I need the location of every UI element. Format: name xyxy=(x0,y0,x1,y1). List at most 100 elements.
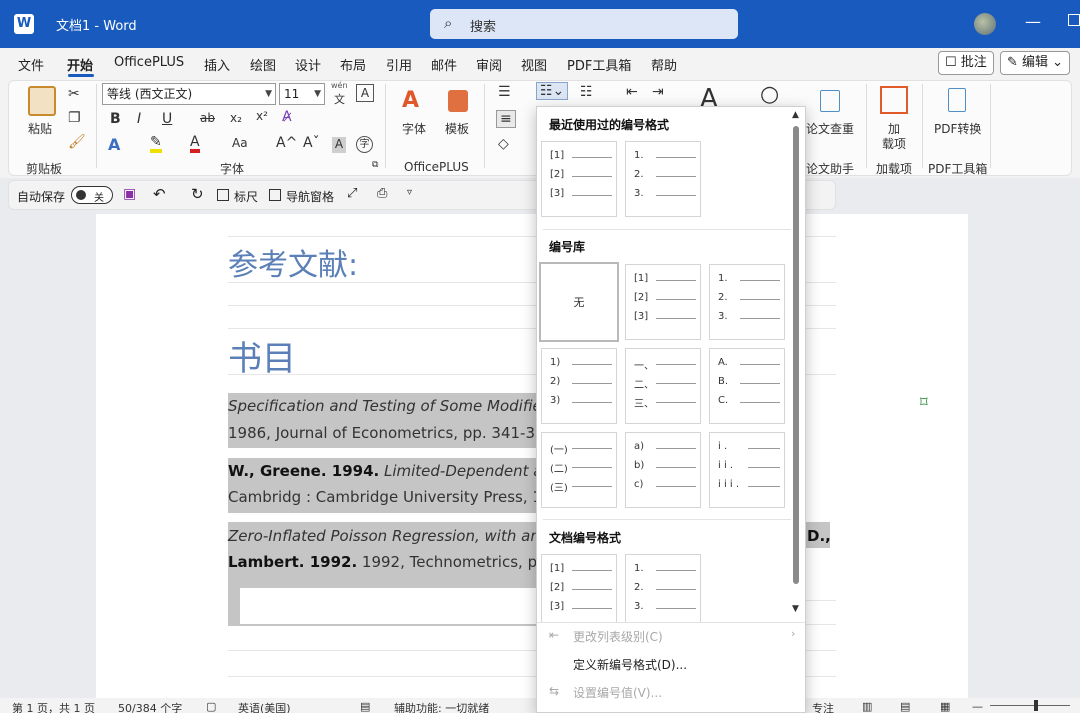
shading-icon[interactable]: ◇ xyxy=(498,136,509,152)
template-icon[interactable] xyxy=(448,90,468,112)
scroll-up-icon[interactable]: ▲ xyxy=(792,110,799,120)
grow-font-icon[interactable]: A^ xyxy=(276,135,297,151)
numbering-format-dot[interactable]: 1. 2. 3. xyxy=(709,264,785,340)
tab-review[interactable]: 审阅 xyxy=(476,55,502,74)
undo-icon[interactable]: ↶ xyxy=(153,185,166,203)
italic-button[interactable]: I xyxy=(137,111,141,127)
paste-label[interactable]: 粘贴 xyxy=(28,120,52,137)
customize-qat-icon[interactable]: ▿ xyxy=(407,187,412,198)
format-painter-icon[interactable]: 🖌 xyxy=(68,134,86,150)
pdf-convert-label[interactable]: PDF转换 xyxy=(934,120,981,137)
numbering-format-bracket[interactable]: [1] [2] [3] xyxy=(541,141,617,217)
font-color-icon[interactable]: A xyxy=(190,135,200,153)
phonetic-guide-icon[interactable]: 文 xyxy=(334,91,345,107)
paper-check-icon[interactable] xyxy=(820,90,840,112)
tab-home[interactable]: 开始 xyxy=(67,55,93,74)
numbering-format-bracket[interactable]: [1] [2] [3] xyxy=(625,264,701,340)
font-size-combo[interactable]: 11 ▼ xyxy=(279,83,325,105)
multilevel-list-icon[interactable]: ☷ xyxy=(580,84,593,100)
change-list-level-item[interactable]: 更改列表级别(C) xyxy=(573,628,663,645)
zoom-slider[interactable] xyxy=(990,705,1070,706)
tab-officeplus[interactable]: OfficePLUS xyxy=(114,55,184,70)
numbering-format-paren[interactable]: 1) 2) 3) xyxy=(541,348,617,424)
decrease-indent-icon[interactable]: ⇤ xyxy=(626,84,638,100)
focus-mode[interactable]: 专注 xyxy=(812,700,834,713)
comments-button[interactable]: ☐ 批注 xyxy=(938,51,994,75)
tab-draw[interactable]: 绘图 xyxy=(250,55,276,74)
print-preview-icon[interactable]: ⎙ xyxy=(377,186,387,201)
increase-indent-icon[interactable]: ⇥ xyxy=(652,84,664,100)
numbering-format-chinese-paren[interactable]: (一) (二) (三) xyxy=(541,432,617,508)
tab-mailings[interactable]: 邮件 xyxy=(431,55,457,74)
tab-help[interactable]: 帮助 xyxy=(651,55,677,74)
save-icon[interactable]: ▣ xyxy=(123,186,136,202)
bullets-icon[interactable]: ☰ xyxy=(498,84,511,100)
change-case-button[interactable]: Aa xyxy=(232,136,248,150)
addins-label-2[interactable]: 载项 xyxy=(882,135,906,152)
scroll-down-icon[interactable]: ▼ xyxy=(792,604,799,614)
zoom-out-icon[interactable]: — xyxy=(972,700,983,713)
phonetic-guide-top[interactable]: wén xyxy=(331,81,348,90)
highlight-icon[interactable]: ✎ xyxy=(150,135,162,153)
editing-button[interactable]: ✎ 编辑 ⌄ xyxy=(1000,51,1071,75)
numbering-format-chinese[interactable]: 一、 二、 三、 xyxy=(625,348,701,424)
font-officeplus-label[interactable]: 字体 xyxy=(402,120,426,137)
bold-button[interactable]: B xyxy=(110,111,121,127)
tab-pdf-toolbox[interactable]: PDF工具箱 xyxy=(567,55,631,74)
tab-view[interactable]: 视图 xyxy=(521,55,547,74)
avatar[interactable] xyxy=(974,13,996,35)
tab-layout[interactable]: 布局 xyxy=(340,55,366,74)
scrollbar-thumb[interactable] xyxy=(793,126,799,584)
redo-icon[interactable]: ↻ xyxy=(191,185,204,203)
shrink-font-icon[interactable]: Aˇ xyxy=(303,135,320,151)
find-icon[interactable]: ○ xyxy=(760,82,779,107)
numbering-format-none[interactable]: 无 xyxy=(539,262,619,342)
touch-mode-icon[interactable]: ⤢ xyxy=(347,186,357,201)
font-officeplus-icon[interactable]: A xyxy=(402,88,419,113)
clear-formatting-icon[interactable]: A̷ xyxy=(282,109,292,125)
word-count[interactable]: 50/384 个字 xyxy=(118,700,182,713)
comment-marker-icon[interactable]: ⌑ xyxy=(920,393,928,411)
font-name-combo[interactable]: 等线 (西文正文) ▼ xyxy=(102,83,276,105)
subscript-button[interactable]: x₂ xyxy=(230,111,242,125)
ruler-checkbox[interactable] xyxy=(217,189,229,201)
proofing-icon[interactable]: ▢ xyxy=(206,700,216,713)
addins-icon[interactable] xyxy=(880,86,908,114)
enclose-characters-icon[interactable]: 字 xyxy=(356,136,373,153)
nav-pane-checkbox[interactable] xyxy=(269,189,281,201)
language-status[interactable]: 英语(美国) xyxy=(238,700,291,713)
numbering-icon[interactable]: ☷⌄ xyxy=(536,82,569,100)
character-shading-icon[interactable]: A xyxy=(332,137,346,153)
page-count[interactable]: 第 1 页，共 1 页 xyxy=(12,700,95,713)
character-border-icon[interactable]: A xyxy=(356,84,374,102)
accessibility-status[interactable]: 辅助功能: 一切就绪 xyxy=(394,700,489,713)
paper-check-label[interactable]: 论文查重 xyxy=(806,120,854,137)
zoom-slider-thumb[interactable] xyxy=(1034,700,1038,711)
macro-icon[interactable]: ▤ xyxy=(360,700,370,713)
numbering-format-dot[interactable]: 1. 2. 3. xyxy=(625,141,701,217)
copy-icon[interactable]: ❐ xyxy=(68,110,81,126)
set-numbering-value-item[interactable]: 设置编号值(V)... xyxy=(573,684,662,701)
define-new-format-item[interactable]: 定义新编号格式(D)... xyxy=(573,656,687,673)
autosave-toggle[interactable]: 关 xyxy=(71,186,113,204)
tab-references[interactable]: 引用 xyxy=(386,55,412,74)
tab-design[interactable]: 设计 xyxy=(295,55,321,74)
print-layout-icon[interactable]: ▤ xyxy=(900,700,910,713)
strikethrough-button[interactable]: ab xyxy=(200,111,215,125)
text-effects-icon[interactable]: A xyxy=(108,135,120,154)
cut-icon[interactable]: ✂ xyxy=(68,86,80,102)
align-left-icon[interactable]: ≡ xyxy=(496,110,516,128)
paste-icon[interactable] xyxy=(28,86,56,116)
read-mode-icon[interactable]: ▥ xyxy=(862,700,872,713)
template-label[interactable]: 模板 xyxy=(445,120,469,137)
font-dialog-launcher-icon[interactable]: ⧉ xyxy=(372,160,378,170)
numbering-format-upper-alpha[interactable]: A. B. C. xyxy=(709,348,785,424)
web-layout-icon[interactable]: ▦ xyxy=(940,700,950,713)
numbering-format-bracket[interactable]: [1] [2] [3] xyxy=(541,554,617,622)
tab-insert[interactable]: 插入 xyxy=(204,55,230,74)
pdf-convert-icon[interactable] xyxy=(948,88,966,112)
numbering-format-lower-alpha[interactable]: a) b) c) xyxy=(625,432,701,508)
superscript-button[interactable]: x² xyxy=(256,109,268,123)
tab-file[interactable]: 文件 xyxy=(18,55,44,74)
numbering-format-dot[interactable]: 1. 2. 3. xyxy=(625,554,701,622)
